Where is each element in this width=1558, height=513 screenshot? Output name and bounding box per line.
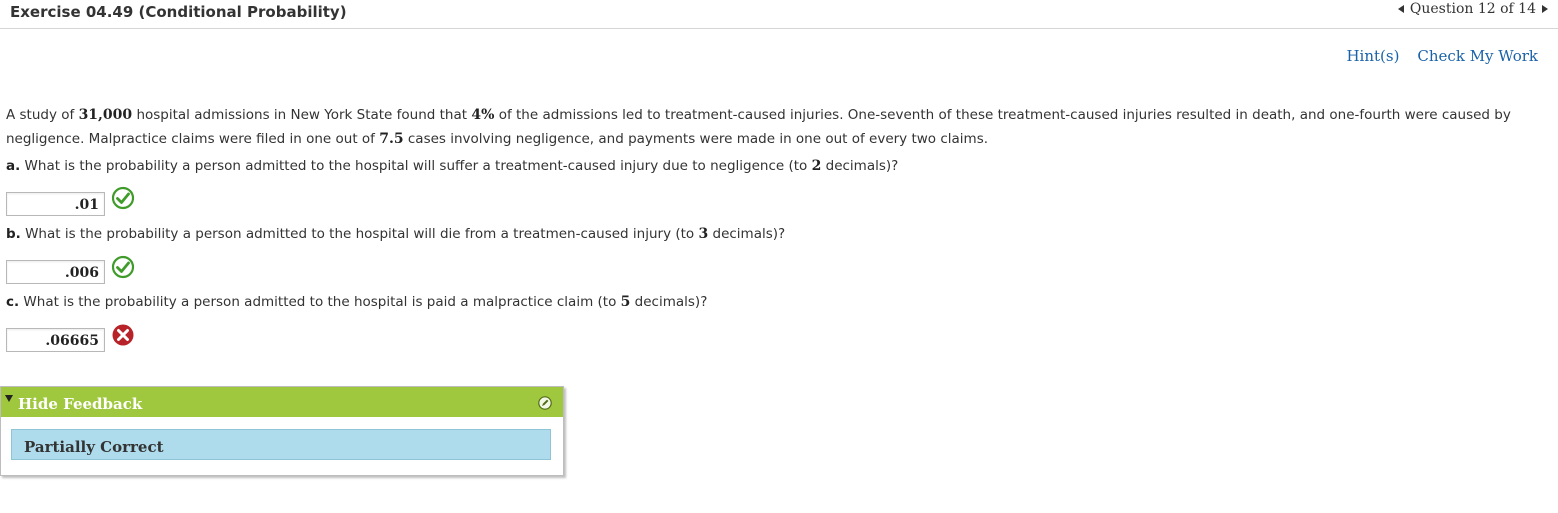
question-stem: A study of 31,000 hospital admissions in…: [6, 103, 1546, 151]
question-text-1: A study of: [6, 107, 79, 123]
part-b-prompt: b. What is the probability a person admi…: [6, 226, 785, 242]
claim-ratio: 7.5: [379, 131, 404, 147]
collapse-arrow-icon[interactable]: [5, 395, 13, 402]
part-letter: a.: [6, 158, 21, 174]
part-a-prompt: a. What is the probability a person admi…: [6, 158, 898, 174]
check-my-work-link[interactable]: Check My Work: [1417, 47, 1538, 65]
feedback-header[interactable]: Hide Feedback: [1, 387, 563, 417]
next-question-icon[interactable]: [1542, 5, 1548, 13]
feedback-panel: Hide Feedback Partially Correct: [0, 386, 564, 476]
part-text: decimals)?: [708, 226, 786, 242]
incorrect-x-icon: [112, 324, 134, 346]
question-navigation: Question 12 of 14: [1397, 1, 1548, 17]
feedback-result: Partially Correct: [24, 438, 164, 456]
hide-feedback-toggle[interactable]: Hide Feedback: [18, 395, 142, 413]
question-counter: Question 12 of 14: [1409, 1, 1536, 17]
question-actions: Hint(s) Check My Work: [1346, 47, 1538, 65]
part-c-prompt: c. What is the probability a person admi…: [6, 294, 707, 310]
page-title: Exercise 04.49 (Conditional Probability): [10, 3, 347, 21]
edit-pencil-icon[interactable]: [538, 396, 552, 410]
answer-a-input[interactable]: .01: [6, 192, 105, 216]
part-text: What is the probability a person admitte…: [20, 158, 812, 174]
injury-percent: 4%: [471, 107, 495, 123]
previous-question-icon[interactable]: [1397, 5, 1404, 13]
part-decimals: 2: [811, 158, 822, 174]
part-text: What is the probability a person admitte…: [20, 226, 699, 242]
feedback-result-box: Partially Correct: [11, 429, 551, 460]
part-letter: b.: [6, 226, 21, 242]
question-text-4: cases involving negligence, and payments…: [403, 131, 989, 147]
admissions-count: 31,000: [78, 107, 133, 123]
part-decimals: 3: [698, 226, 709, 242]
header-bar: Exercise 04.49 (Conditional Probability)…: [0, 0, 1558, 29]
part-text: decimals)?: [821, 158, 899, 174]
answer-b-input[interactable]: .006: [6, 260, 105, 284]
answer-c-input[interactable]: .06665: [6, 328, 105, 352]
part-text: decimals)?: [630, 294, 708, 310]
question-text-2: hospital admissions in New York State fo…: [132, 107, 472, 123]
part-text: What is the probability a person admitte…: [19, 294, 621, 310]
part-letter: c.: [6, 294, 20, 310]
part-decimals: 5: [620, 294, 631, 310]
correct-check-icon: [111, 255, 135, 279]
correct-check-icon: [111, 186, 135, 210]
hints-link[interactable]: Hint(s): [1346, 47, 1399, 65]
